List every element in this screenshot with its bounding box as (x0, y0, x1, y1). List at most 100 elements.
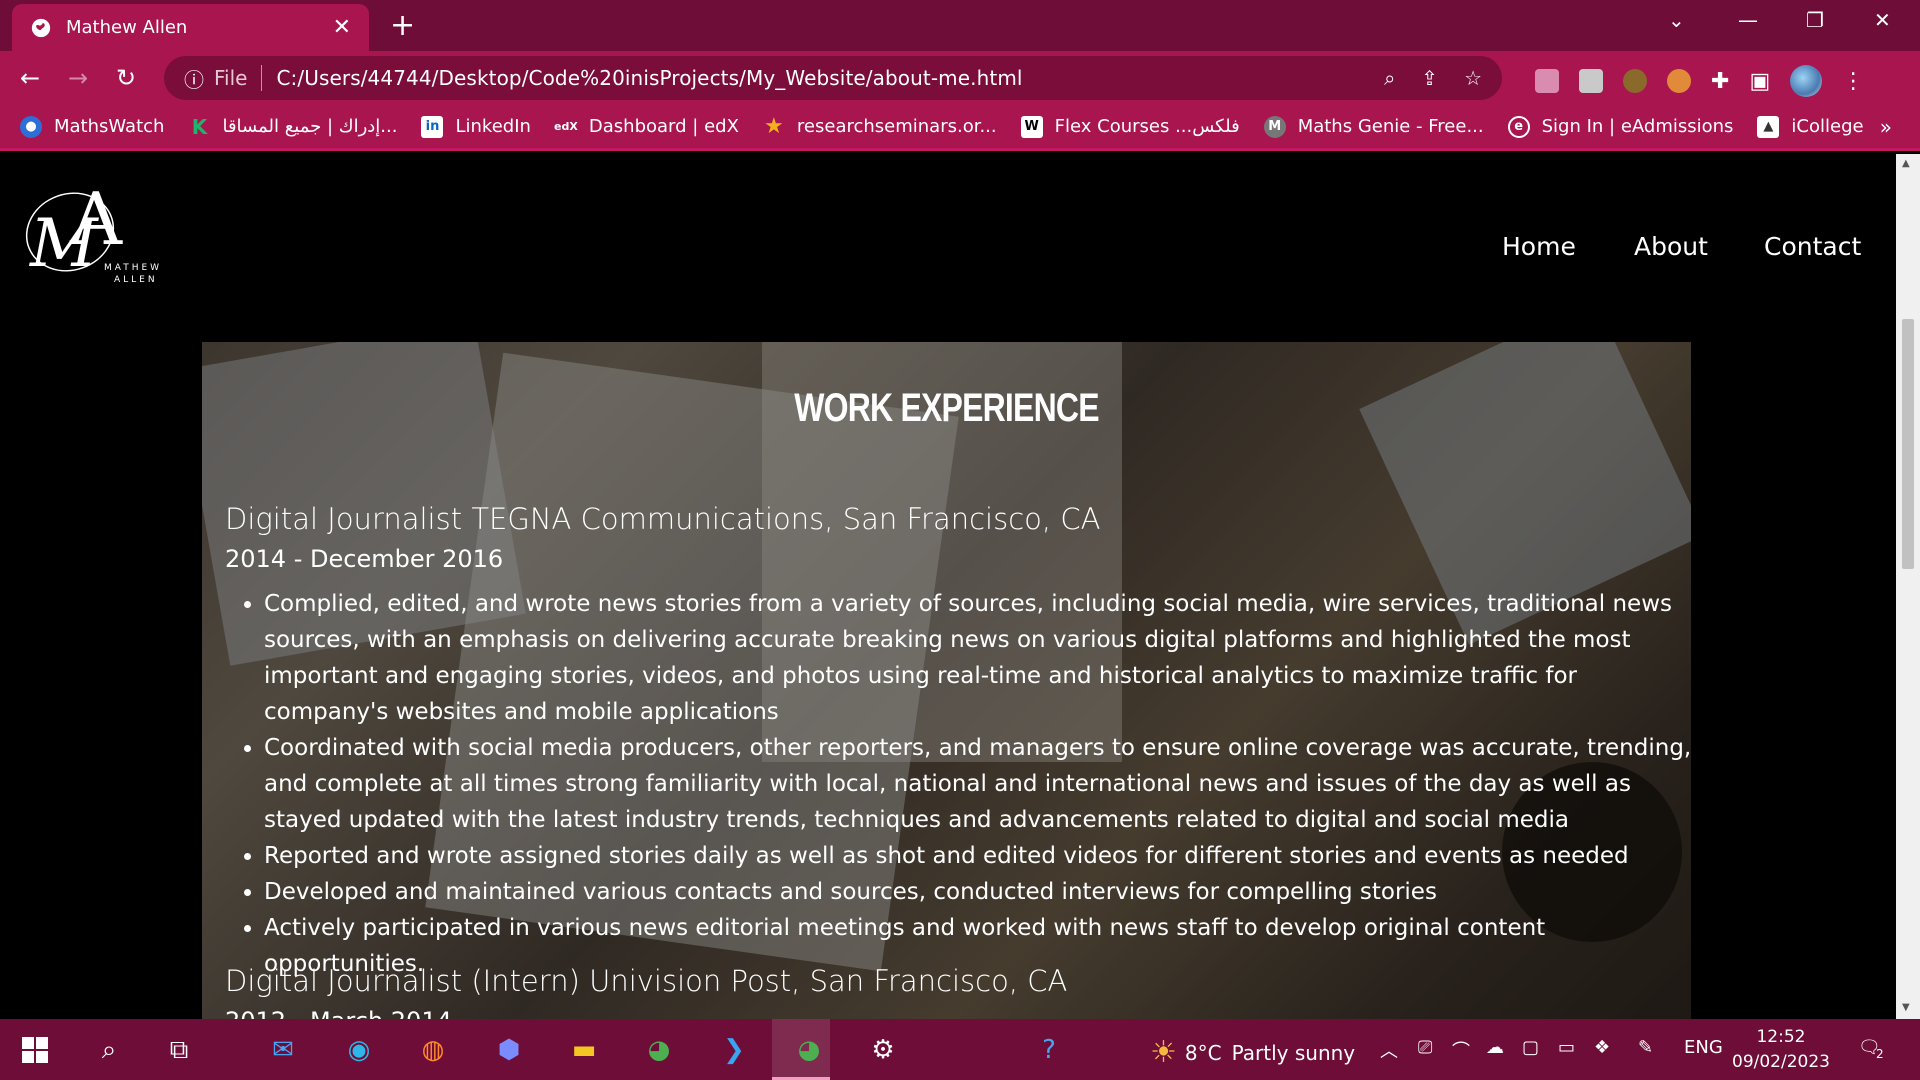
bookmark-eadmissions[interactable]: e Sign In | eAdmissions (1507, 115, 1734, 138)
nav-about[interactable]: About (1634, 232, 1708, 261)
nav-home[interactable]: Home (1502, 232, 1576, 261)
onedrive-icon[interactable]: ☁ (1486, 1037, 1504, 1058)
scroll-thumb[interactable] (1902, 319, 1914, 569)
bookmark-label: Dashboard | edX (588, 116, 739, 137)
bookmark-icollege[interactable]: ▲ iCollege (1757, 115, 1864, 138)
scroll-down-icon[interactable]: ▼ (1902, 1002, 1910, 1013)
extension-4-icon[interactable] (1667, 69, 1691, 93)
bookmark-label: Sign In | eAdmissions (1541, 116, 1734, 137)
menu-icon[interactable]: ⋮ (1842, 69, 1864, 94)
job-bullet: Complied, edited, and wrote news stories… (264, 586, 1691, 730)
puzzle-icon[interactable]: ✚ (1711, 69, 1729, 94)
browser-tab[interactable]: Mathew Allen ✕ (12, 4, 369, 51)
job-bullet: Reported and wrote assigned stories dail… (264, 838, 1691, 874)
icollege-icon: ▲ (1757, 115, 1780, 138)
extension-3-icon[interactable] (1623, 69, 1647, 93)
address-bar[interactable]: ⓘ File C:/Users/44744/Desktop/Code%20ini… (164, 56, 1502, 100)
extension-1-icon[interactable] (1535, 69, 1559, 93)
wifi-icon[interactable]: ⌒ (1452, 1037, 1470, 1063)
firefox-icon[interactable]: ◍ (414, 1031, 452, 1069)
video-editor-icon[interactable]: ⬢ (490, 1031, 528, 1069)
minimize-button[interactable]: — (1738, 8, 1758, 32)
web-page: M A MATHEW ALLEN Home About Contact WORK… (0, 154, 1896, 1019)
bookmark-mathsgenie[interactable]: M Maths Genie - Free... (1263, 115, 1484, 138)
url-scheme-label: File (214, 66, 248, 90)
scroll-up-icon[interactable]: ▲ (1902, 158, 1910, 169)
system-clock[interactable]: 12:52 09/02/2023 (1732, 1025, 1830, 1075)
section-title: WORK EXPERIENCE (794, 386, 1099, 430)
weather-desc: Partly sunny (1231, 1040, 1356, 1065)
browser-toolbar: ← → ↻ ⓘ File C:/Users/44744/Desktop/Code… (0, 51, 1920, 105)
w-icon: W (1020, 115, 1043, 138)
tray-chevron-icon[interactable]: ︿ (1380, 1037, 1398, 1063)
settings-gear-icon[interactable]: ⚙ (864, 1031, 902, 1069)
clock-time: 12:52 (1756, 1027, 1806, 1047)
bookmark-flex[interactable]: W Flex Courses ...فلكس (1020, 115, 1240, 138)
job-dates: 2012 - March 2014 (225, 1007, 452, 1019)
eadmissions-icon: e (1507, 115, 1530, 138)
site-logo[interactable]: M A MATHEW ALLEN (12, 174, 172, 294)
display-icon[interactable]: ▢ (1522, 1037, 1539, 1058)
mathswatch-icon: ● (20, 115, 42, 138)
meet-icon[interactable]: ⎚ (1418, 1037, 1432, 1058)
bookmark-mathswatch[interactable]: ● MathsWatch (20, 115, 165, 138)
close-tab-icon[interactable]: ✕ (333, 15, 351, 40)
share-icon[interactable]: ⇪ (1421, 66, 1438, 90)
linkedin-icon: in (421, 115, 444, 138)
bookmarks-bar: ● MathsWatch K إدراك | جميع المساقا... in L… (0, 105, 1920, 151)
job-bullet: Developed and maintained various contact… (264, 874, 1691, 910)
chrome-profile-icon[interactable]: ◕ (640, 1031, 678, 1069)
bookmark-edraak[interactable]: K إدراك | جميع المساقا... (188, 115, 398, 139)
back-button[interactable]: ← (20, 64, 40, 92)
bookmark-star-icon[interactable]: ☆ (1464, 66, 1482, 90)
bookmark-label: Maths Genie - Free... (1297, 116, 1484, 137)
extension-2-icon[interactable] (1579, 69, 1603, 93)
restore-button[interactable]: ❐ (1806, 8, 1824, 32)
svg-text:ALLEN: ALLEN (114, 275, 158, 285)
bookmark-label: MathsWatch (54, 116, 165, 137)
new-tab-button[interactable]: + (390, 8, 415, 43)
pen-icon[interactable]: ✎ (1638, 1037, 1653, 1058)
weather-widget[interactable]: ☀ 8°C Partly sunny (1150, 1035, 1355, 1070)
file-explorer-icon[interactable]: ▬ (565, 1031, 603, 1069)
star-icon: ★ (764, 114, 784, 139)
bookmarks-overflow-icon[interactable]: » (1880, 115, 1892, 139)
bookmark-edx[interactable]: edX Dashboard | edX (554, 116, 739, 138)
job-bullets: Complied, edited, and wrote news stories… (264, 586, 1691, 982)
help-icon[interactable]: ? (1030, 1031, 1068, 1069)
language-indicator[interactable]: ENG (1684, 1037, 1723, 1058)
job-bullet: Coordinated with social media producers,… (264, 730, 1691, 838)
reload-button[interactable]: ↻ (116, 64, 136, 92)
battery-icon[interactable]: ▭ (1558, 1037, 1575, 1058)
windows-start-icon[interactable] (16, 1031, 54, 1069)
task-view-icon[interactable]: ⧉ (160, 1031, 198, 1069)
vscode-icon[interactable]: ❯ (715, 1031, 753, 1069)
zoom-icon[interactable]: ⌕ (1384, 66, 1395, 90)
forward-button[interactable]: → (68, 64, 88, 92)
bookmark-linkedin[interactable]: in LinkedIn (421, 115, 531, 138)
work-experience-section: WORK EXPERIENCE Digital Journalist TEGNA… (202, 342, 1691, 1019)
close-window-button[interactable]: ✕ (1874, 8, 1891, 32)
svg-text:A: A (69, 177, 123, 261)
tab-bar: Mathew Allen ✕ + ⌄ — ❐ ✕ (0, 0, 1920, 51)
weather-temp: 8°C (1184, 1040, 1222, 1065)
search-icon[interactable]: ⌕ (90, 1031, 128, 1069)
job-title: Digital Journalist (Intern) Univision Po… (225, 964, 1068, 998)
sidepanel-icon[interactable]: ▣ (1749, 69, 1770, 94)
dropbox-icon[interactable]: ❖ (1594, 1037, 1610, 1058)
edx-icon: edX (554, 120, 578, 133)
mail-icon[interactable]: ✉ (264, 1031, 302, 1069)
globe-icon (31, 18, 51, 37)
chrome-icon[interactable]: ◕ (790, 1031, 828, 1069)
profile-avatar[interactable] (1790, 65, 1823, 97)
info-icon[interactable]: ⓘ (184, 64, 204, 93)
edge-icon[interactable]: ◉ (340, 1031, 378, 1069)
job-dates: 2014 - December 2016 (225, 545, 504, 573)
bookmark-label: researchseminars.or... (796, 116, 997, 137)
bookmark-label: Flex Courses ...فلكس (1054, 116, 1240, 137)
url-text[interactable]: C:/Users/44744/Desktop/Code%20inisProjec… (276, 66, 1358, 90)
nav-contact[interactable]: Contact (1764, 232, 1861, 261)
page-scrollbar[interactable]: ▲ ▼ (1896, 154, 1920, 1019)
tab-search-icon[interactable]: ⌄ (1668, 8, 1685, 32)
bookmark-researchseminars[interactable]: ★ researchseminars.or... (763, 114, 997, 139)
